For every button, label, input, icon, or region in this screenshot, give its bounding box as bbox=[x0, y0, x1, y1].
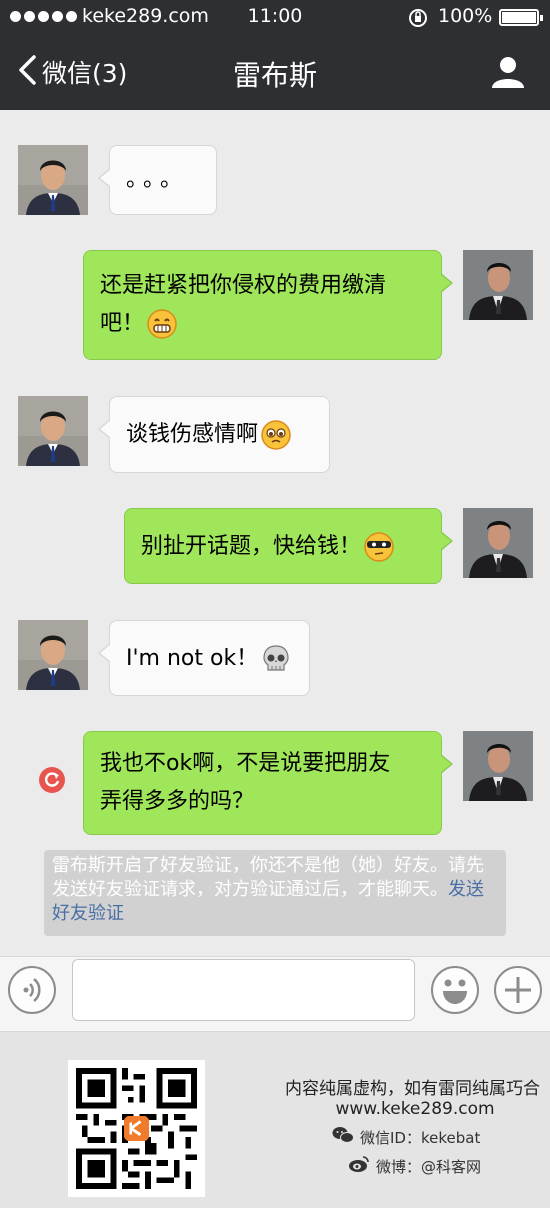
weibo-text: 微博：@科客网 bbox=[376, 1157, 482, 1176]
message-text: 谈钱伤感情啊 bbox=[126, 422, 259, 447]
pleading-emoji-icon bbox=[260, 419, 292, 451]
emoji-button[interactable] bbox=[431, 966, 479, 1014]
disclaimer-text: 内容纯属虚构，如有雷同纯属巧合 bbox=[285, 1079, 540, 1099]
watermark-footer: 内容纯属虚构，如有雷同纯属巧合 www.keke289.com 微信ID：kek… bbox=[0, 1032, 550, 1208]
my-avatar[interactable] bbox=[463, 508, 533, 578]
message-bubble-sent[interactable]: 我也不ok啊，不是说要把朋友 弄得多多的吗？ bbox=[83, 731, 453, 835]
voice-toggle-button[interactable] bbox=[8, 966, 56, 1014]
friend-verification-notice: 雷布斯开启了好友验证，你还不是他（她）好友。请先发送好友验证请求，对方验证通过后… bbox=[44, 850, 506, 936]
voice-icon bbox=[10, 968, 54, 1012]
navigation-bar: 微信(3) 雷布斯 bbox=[0, 34, 550, 110]
message-text: I'm not ok！ bbox=[126, 646, 259, 671]
grimace-emoji-icon bbox=[146, 308, 178, 340]
wechat-icon bbox=[332, 1126, 354, 1148]
message-text: 别扯开话题，快给钱！ bbox=[141, 534, 362, 559]
message-input[interactable] bbox=[72, 959, 415, 1021]
message-bubble-received[interactable]: I'm not ok！ bbox=[98, 620, 310, 696]
message-text-line: 我也不ok啊，不是说要把朋友 bbox=[100, 751, 391, 776]
my-avatar[interactable] bbox=[463, 731, 533, 801]
status-bar: keke289.com 11:00 100% bbox=[0, 0, 550, 34]
message-text-line: 弄得多多的吗？ bbox=[100, 789, 255, 814]
notice-text: 雷布斯开启了好友验证，你还不是他（她）好友。请先发送好友验证请求，对方验证通过后… bbox=[52, 855, 484, 900]
smiley-icon bbox=[433, 968, 477, 1012]
website-url: www.keke289.com bbox=[335, 1099, 495, 1119]
message-text: 。。。 bbox=[126, 167, 189, 192]
contact-avatar[interactable] bbox=[18, 396, 88, 466]
contact-avatar[interactable] bbox=[18, 620, 88, 690]
person-icon bbox=[490, 57, 526, 94]
contact-avatar[interactable] bbox=[18, 145, 88, 215]
my-avatar[interactable] bbox=[463, 250, 533, 320]
wechat-id-text: 微信ID：kekebat bbox=[360, 1128, 481, 1147]
message-bubble-sent[interactable]: 还是赶紧把你侵权的费用缴清 吧！ bbox=[83, 250, 453, 360]
message-bubble-received[interactable]: 谈钱伤感情啊 bbox=[98, 396, 330, 473]
input-bar bbox=[0, 956, 550, 1032]
more-actions-button[interactable] bbox=[494, 966, 542, 1014]
plus-icon bbox=[496, 968, 540, 1012]
message-text-line: 还是赶紧把你侵权的费用缴清 bbox=[100, 273, 387, 298]
chat-title: 雷布斯 bbox=[232, 59, 317, 92]
wechat-id-row: 微信ID：kekebat bbox=[332, 1126, 480, 1148]
battery-percent: 100% bbox=[438, 5, 493, 27]
orientation-lock-icon bbox=[408, 8, 428, 28]
resend-warning-icon[interactable] bbox=[38, 766, 66, 794]
weibo-icon bbox=[348, 1155, 370, 1177]
message-bubble-received[interactable]: 。。。 bbox=[98, 145, 217, 215]
message-text-line: 吧！ bbox=[100, 311, 145, 336]
masked-emoji-icon bbox=[363, 531, 395, 563]
weibo-row: 微博：@科客网 bbox=[348, 1155, 481, 1177]
chat-area[interactable]: 。。。 还是赶紧把你侵权的费用缴清 吧！ 谈钱伤感情啊 别扯开话题，快给钱！ I… bbox=[0, 110, 550, 956]
contact-profile-button[interactable] bbox=[490, 54, 526, 90]
skull-emoji-icon bbox=[260, 643, 292, 675]
message-bubble-sent[interactable]: 别扯开话题，快给钱！ bbox=[124, 508, 453, 584]
battery-icon bbox=[499, 9, 543, 26]
qr-code-image bbox=[68, 1060, 205, 1197]
